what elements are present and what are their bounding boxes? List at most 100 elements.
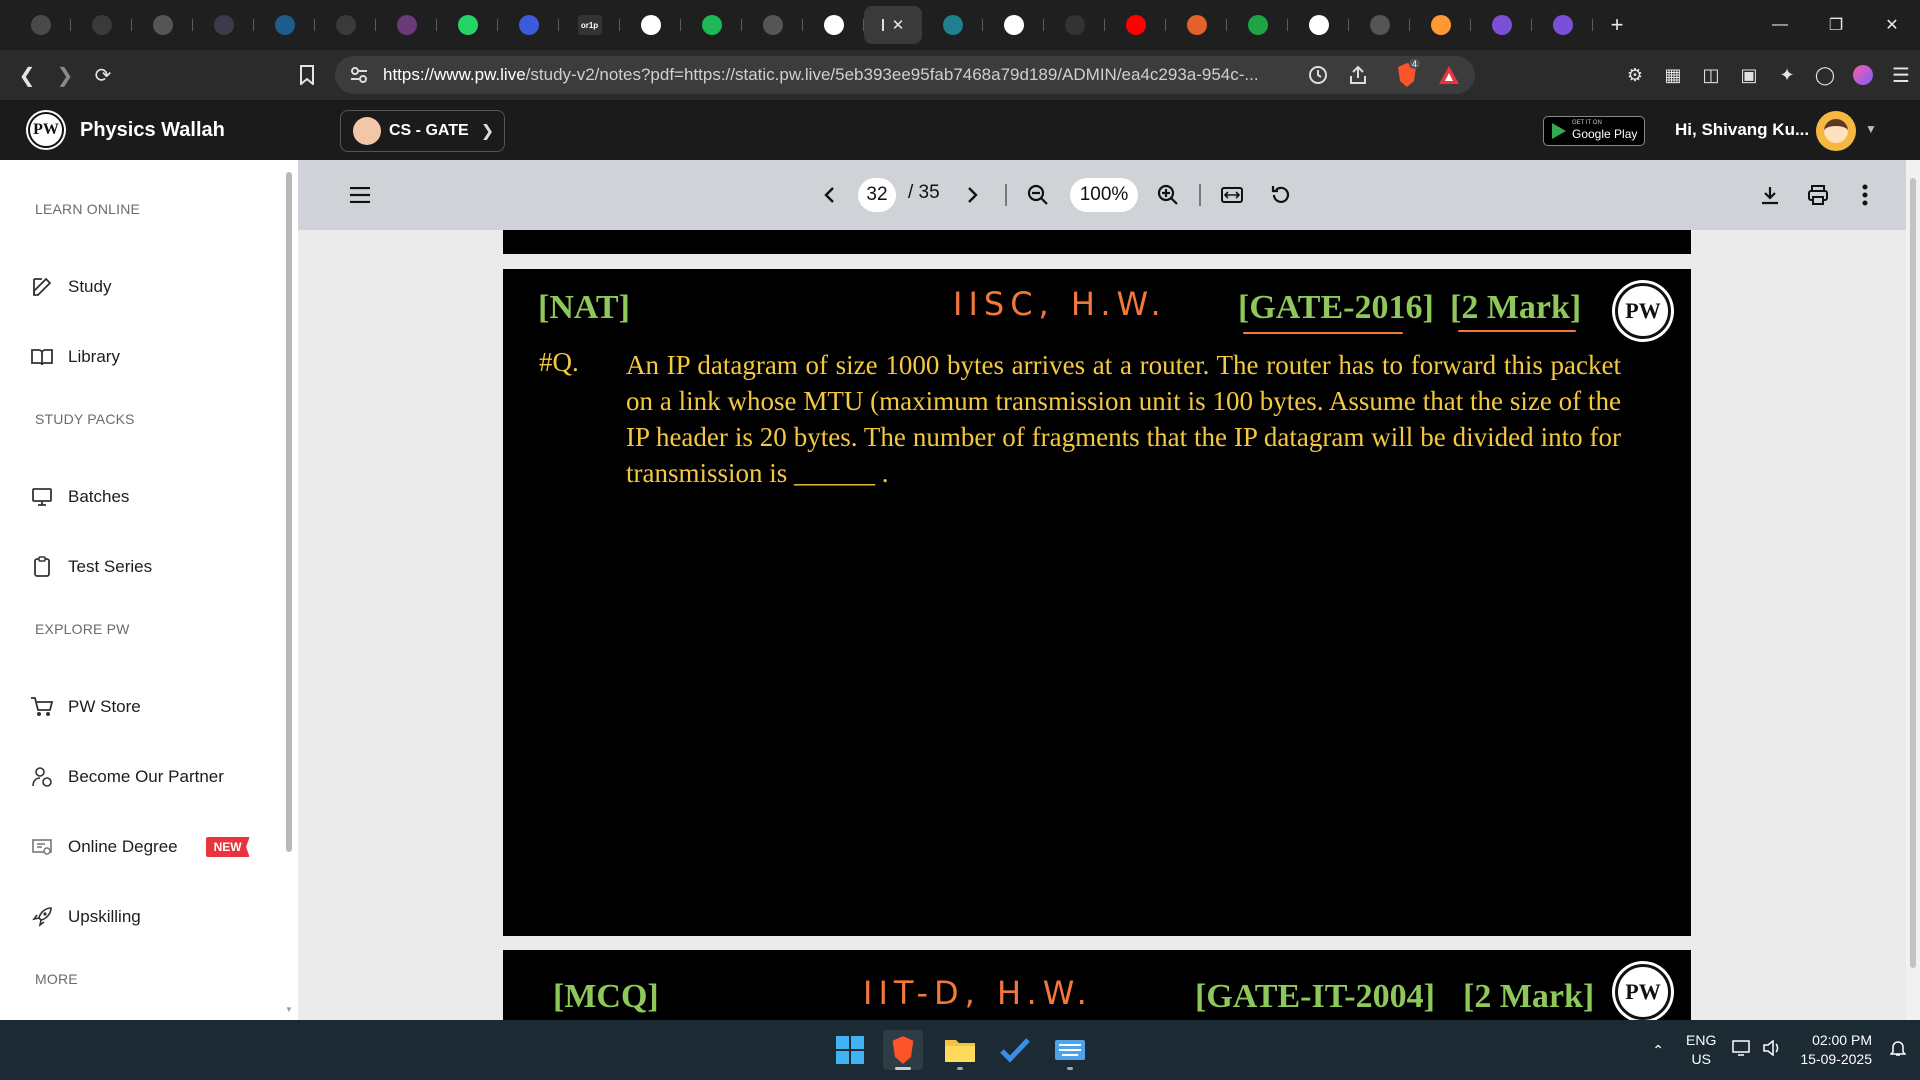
brave-shields-icon[interactable]: 4 [1395,59,1421,88]
browser-tab[interactable] [10,6,71,44]
sidebar-item-library[interactable]: Library [30,337,270,377]
profile-icon[interactable] [1844,56,1882,94]
browser-tab[interactable] [1471,6,1532,44]
page-number-input[interactable]: 32 [858,178,896,212]
volume-icon[interactable] [1762,1038,1782,1062]
sidebar-item-upskilling[interactable]: Upskilling [30,897,270,937]
browser-tab[interactable] [1166,6,1227,44]
browser-tab[interactable] [1227,6,1288,44]
pdf-scrollbar[interactable] [1906,160,1920,1020]
clock[interactable]: 02:00 PM 15-09-2025 [1800,1031,1872,1069]
batch-selector[interactable]: CS - GATE ❯ [340,110,505,152]
close-window-button[interactable]: ✕ [1864,0,1920,50]
print-icon[interactable] [1801,178,1835,212]
browser-tab[interactable] [742,6,803,44]
orange-icon [1186,15,1207,35]
brave-taskbar-icon[interactable] [883,1030,923,1070]
sidebar-item-pw-store[interactable]: PW Store [30,687,270,727]
browser-tab[interactable] [983,6,1044,44]
brave-rewards-icon[interactable] [1437,64,1461,91]
reload-button[interactable]: ⟳ [84,56,122,94]
file-explorer-icon[interactable] [940,1030,980,1070]
google-play-badge[interactable]: GET IT ON Google Play [1543,116,1645,146]
new-tab-button[interactable]: + [1599,7,1635,43]
browser-tab[interactable] [1532,6,1593,44]
sidebar-item-online-degree[interactable]: Online Degree NEW [30,827,270,867]
scroll-down-arrow-icon[interactable]: ▼ [285,1005,293,1014]
restore-button[interactable]: ❐ [1808,0,1864,50]
sidebar-item-test-series[interactable]: Test Series [30,547,270,587]
edit-icon [30,275,54,299]
browser-tab[interactable] [620,6,681,44]
browser-tab[interactable] [681,6,742,44]
browser-tab[interactable] [1349,6,1410,44]
history-icon[interactable] [1307,64,1329,91]
language-indicator[interactable]: ENG US [1686,1031,1716,1069]
forward-button[interactable]: ❯ [46,56,84,94]
sidebar-toggle-icon[interactable]: ◫ [1692,56,1730,94]
menu-icon[interactable]: ☰ [1882,56,1920,94]
keyboard-icon[interactable] [1050,1030,1090,1070]
back-button[interactable]: ❮ [8,56,46,94]
chevron-down-icon[interactable]: ▼ [1865,122,1877,136]
more-options-icon[interactable] [1848,178,1882,212]
sidebar-item-batches[interactable]: Batches [30,477,270,517]
browser-tab[interactable] [803,6,864,44]
browser-tab[interactable]: ✕ [864,6,922,44]
browser-tab[interactable] [922,6,983,44]
address-bar[interactable]: https://www.pw.live/study-v2/notes?pdf=h… [335,56,1475,94]
url-text: https://www.pw.live/study-v2/notes?pdf=h… [383,65,1303,85]
sidebar-item-study[interactable]: Study [30,267,270,307]
vpn-icon[interactable]: ◯ [1806,56,1844,94]
minimize-button[interactable]: — [1752,0,1808,50]
chevron-up-icon[interactable]: ⌃ [1652,1042,1664,1059]
zoom-in-icon[interactable] [1151,178,1185,212]
next-page-button[interactable] [956,178,990,212]
youtube-icon [1125,15,1146,35]
brand-name[interactable]: Physics Wallah [80,119,225,142]
user-greeting[interactable]: Hi, Shivang Ku... [1675,120,1809,140]
leo-ai-icon[interactable]: ✦ [1768,56,1806,94]
tab-list: or1p ✕ [0,0,1593,50]
browser-tab[interactable]: or1p [559,6,620,44]
zoom-level[interactable]: 100% [1070,178,1138,212]
extensions-icon[interactable]: ⚙ [1616,56,1654,94]
browser-tab[interactable] [1105,6,1166,44]
fit-width-icon[interactable] [1215,178,1249,212]
reader-mode-icon[interactable]: ▦ [1654,56,1692,94]
zoom-out-icon[interactable] [1021,178,1055,212]
notification-bell-icon[interactable] [1889,1039,1907,1062]
browser-tab[interactable] [1410,6,1471,44]
section-study-packs: STUDY PACKS [35,411,135,427]
rotate-icon[interactable] [1264,178,1298,212]
browser-tab[interactable] [437,6,498,44]
browser-tab[interactable] [498,6,559,44]
sidebar-item-label: Upskilling [68,907,141,926]
bookmark-icon[interactable] [288,56,326,94]
sidebar-scrollbar[interactable] [286,172,292,852]
book-icon [30,345,54,369]
wallet-icon[interactable]: ▣ [1730,56,1768,94]
browser-tab[interactable] [1288,6,1349,44]
start-button[interactable] [830,1030,870,1070]
browser-tab[interactable] [315,6,376,44]
hamburger-menu-icon[interactable] [343,178,377,212]
sidebar-item-become-partner[interactable]: Become Our Partner [30,757,270,797]
browser-tab[interactable] [132,6,193,44]
app-icon [30,15,51,35]
share-icon[interactable] [1347,64,1369,91]
pw-logo[interactable]: PW [28,112,64,148]
user-avatar[interactable] [1816,111,1856,151]
network-icon[interactable] [1732,1039,1752,1062]
download-icon[interactable] [1753,178,1787,212]
todo-icon[interactable] [995,1030,1035,1070]
browser-tab[interactable] [193,6,254,44]
site-settings-icon[interactable] [349,65,369,90]
browser-tab[interactable] [71,6,132,44]
close-tab-icon[interactable]: ✕ [892,16,905,34]
browser-tab[interactable] [376,6,437,44]
browser-tab[interactable] [1044,6,1105,44]
browser-tab[interactable] [254,6,315,44]
google-play-icon [1552,123,1566,139]
previous-page-button[interactable] [812,178,846,212]
